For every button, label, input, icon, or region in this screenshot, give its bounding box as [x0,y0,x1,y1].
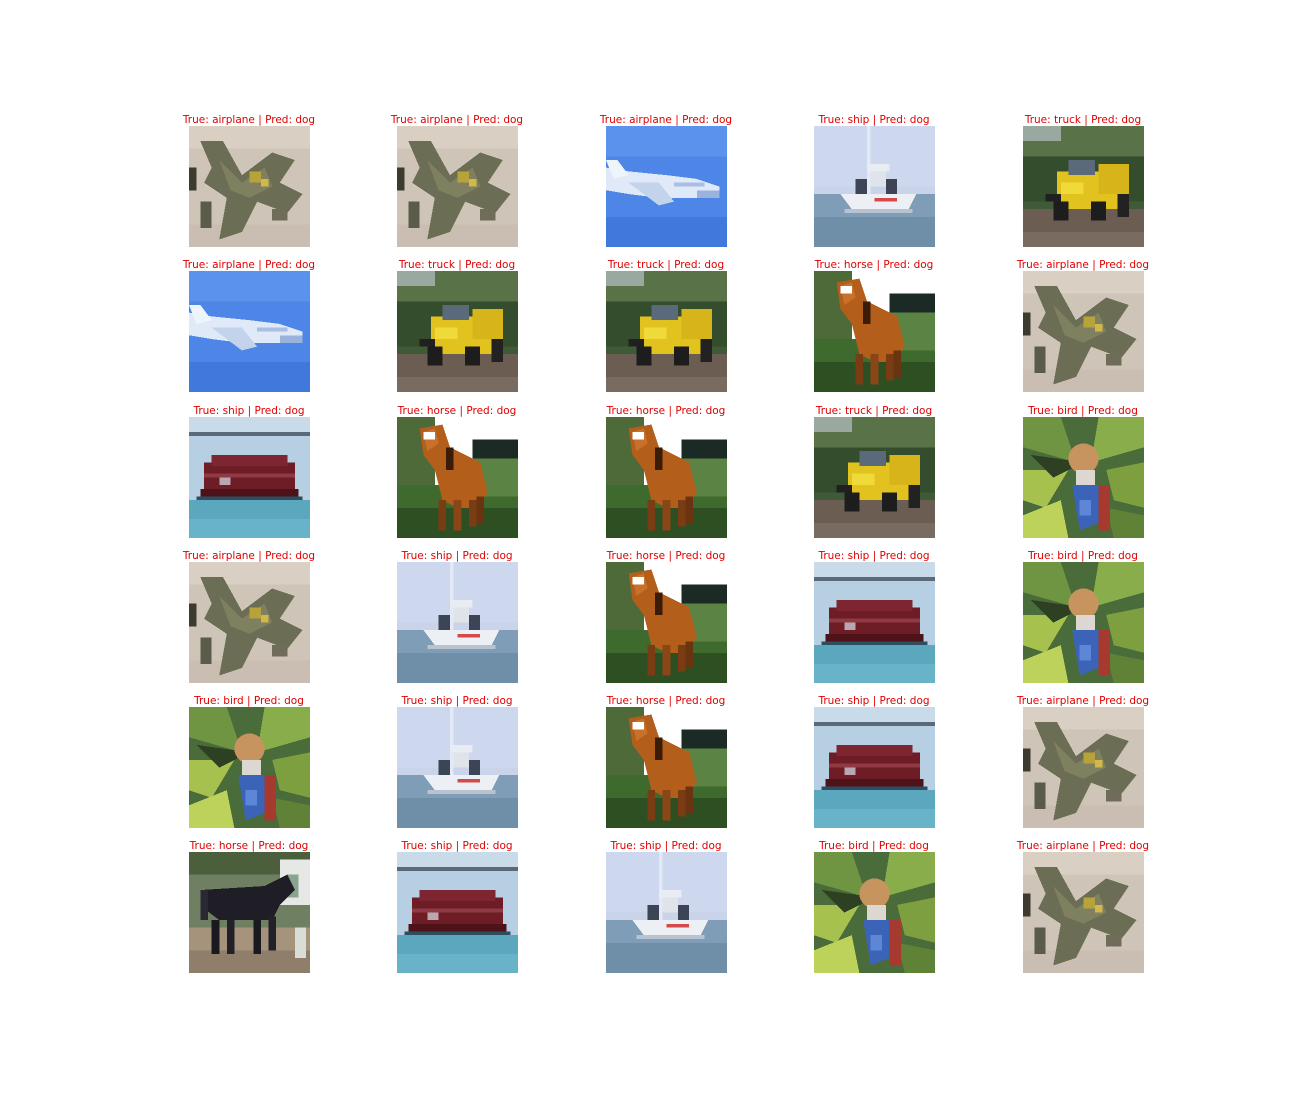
panel-title: True: bird | Pred: dog [1028,405,1138,417]
sample-image-bird-leaves [1023,417,1144,538]
panel-title: True: ship | Pred: dog [818,695,930,707]
panel-title: True: airplane | Pred: dog [1016,695,1150,707]
prediction-grid: True: airplane | Pred: dog True: airplan… [0,0,1300,1100]
panel-title: True: horse | Pred: dog [606,550,726,562]
panel-title: True: truck | Pred: dog [607,259,725,271]
panel-title: True: horse | Pred: dog [189,840,309,852]
panel-title: True: ship | Pred: dog [401,550,513,562]
prediction-panel: True: ship | Pred: dog [774,550,974,690]
prediction-panel: True: airplane | Pred: dog [149,550,349,690]
panel-title: True: airplane | Pred: dog [390,114,524,126]
prediction-panel: True: ship | Pred: dog [357,550,557,690]
prediction-panel: True: ship | Pred: dog [774,695,974,835]
sample-image-horse-brown [397,417,518,538]
panel-title: True: airplane | Pred: dog [182,550,316,562]
prediction-panel: True: horse | Pred: dog [149,840,349,980]
prediction-panel: True: truck | Pred: dog [566,259,766,399]
sample-image-airplane-camo [1023,852,1144,973]
panel-title: True: truck | Pred: dog [1024,114,1142,126]
sample-image-ship-boat [814,126,935,247]
sample-image-airplane-camo [1023,271,1144,392]
prediction-panel: True: airplane | Pred: dog [149,259,349,399]
prediction-panel: True: ship | Pred: dog [357,695,557,835]
panel-title: True: ship | Pred: dog [610,840,722,852]
panel-title: True: horse | Pred: dog [606,405,726,417]
prediction-panel: True: bird | Pred: dog [774,840,974,980]
panel-title: True: bird | Pred: dog [819,840,929,852]
panel-title: True: horse | Pred: dog [606,695,726,707]
prediction-panel: True: ship | Pred: dog [566,840,766,980]
panel-title: True: airplane | Pred: dog [182,114,316,126]
prediction-panel: True: airplane | Pred: dog [357,114,557,254]
prediction-panel: True: bird | Pred: dog [983,550,1183,690]
panel-title: True: truck | Pred: dog [815,405,933,417]
sample-image-truck-yellow [814,417,935,538]
panel-title: True: horse | Pred: dog [814,259,934,271]
prediction-panel: True: bird | Pred: dog [983,405,1183,545]
sample-image-truck-yellow [397,271,518,392]
prediction-panel: True: airplane | Pred: dog [566,114,766,254]
panel-title: True: horse | Pred: dog [397,405,517,417]
sample-image-bird-leaves [814,852,935,973]
sample-image-ship-red [814,562,935,683]
prediction-panel: True: ship | Pred: dog [149,405,349,545]
prediction-panel: True: truck | Pred: dog [774,405,974,545]
prediction-panel: True: ship | Pred: dog [357,840,557,980]
sample-image-airplane-camo [189,126,310,247]
panel-title: True: bird | Pred: dog [1028,550,1138,562]
sample-image-horse-brown [606,562,727,683]
sample-image-ship-red [814,707,935,828]
sample-image-horse-brown [606,417,727,538]
sample-image-horse-dark [189,852,310,973]
panel-title: True: ship | Pred: dog [401,695,513,707]
panel-title: True: airplane | Pred: dog [182,259,316,271]
prediction-panel: True: horse | Pred: dog [566,695,766,835]
sample-image-airplane-camo [397,126,518,247]
panel-title: True: ship | Pred: dog [818,550,930,562]
sample-image-ship-boat [397,562,518,683]
prediction-panel: True: airplane | Pred: dog [983,840,1183,980]
sample-image-horse-brown [606,707,727,828]
prediction-panel: True: truck | Pred: dog [357,259,557,399]
panel-title: True: ship | Pred: dog [401,840,513,852]
prediction-panel: True: truck | Pred: dog [983,114,1183,254]
panel-title: True: ship | Pred: dog [193,405,305,417]
panel-title: True: airplane | Pred: dog [1016,259,1150,271]
panel-title: True: airplane | Pred: dog [599,114,733,126]
panel-title: True: airplane | Pred: dog [1016,840,1150,852]
prediction-panel: True: airplane | Pred: dog [983,259,1183,399]
prediction-panel: True: horse | Pred: dog [566,550,766,690]
sample-image-truck-yellow [1023,126,1144,247]
sample-image-ship-red [397,852,518,973]
sample-image-airplane-camo [1023,707,1144,828]
prediction-panel: True: airplane | Pred: dog [149,114,349,254]
prediction-panel: True: horse | Pred: dog [774,259,974,399]
panel-title: True: ship | Pred: dog [818,114,930,126]
prediction-panel: True: horse | Pred: dog [357,405,557,545]
sample-image-bird-leaves [189,707,310,828]
sample-image-airplane-blue [606,126,727,247]
panel-title: True: bird | Pred: dog [194,695,304,707]
prediction-panel: True: ship | Pred: dog [774,114,974,254]
sample-image-airplane-camo [189,562,310,683]
sample-image-ship-boat [606,852,727,973]
sample-image-airplane-blue [189,271,310,392]
prediction-panel: True: airplane | Pred: dog [983,695,1183,835]
sample-image-horse-brown [814,271,935,392]
sample-image-bird-leaves [1023,562,1144,683]
sample-image-ship-boat [397,707,518,828]
sample-image-truck-yellow [606,271,727,392]
sample-image-ship-red [189,417,310,538]
panel-title: True: truck | Pred: dog [398,259,516,271]
prediction-panel: True: horse | Pred: dog [566,405,766,545]
prediction-panel: True: bird | Pred: dog [149,695,349,835]
